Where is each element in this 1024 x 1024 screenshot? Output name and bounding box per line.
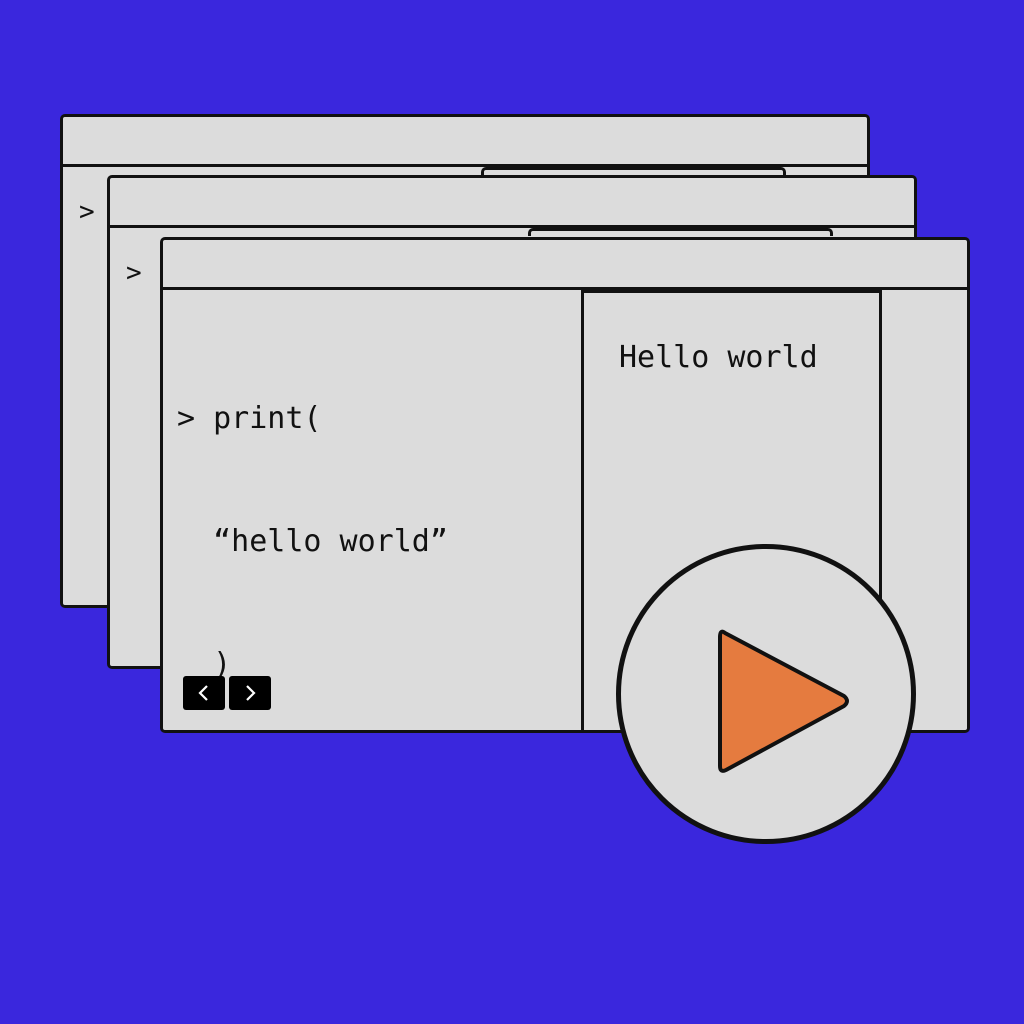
output-text: Hello world — [619, 340, 818, 375]
back-window-2-titlebar — [110, 178, 914, 228]
code-line: “hello world” — [177, 524, 448, 559]
play-icon — [718, 629, 849, 773]
previous-button[interactable] — [183, 676, 225, 710]
navigation-buttons — [183, 676, 271, 710]
main-window-titlebar — [163, 240, 967, 290]
back-window-1-pane-tab — [481, 167, 786, 175]
play-button[interactable] — [616, 544, 916, 844]
back-window-1-prompt: > — [79, 197, 95, 227]
chevron-left-icon — [198, 685, 208, 701]
pane-divider — [581, 290, 584, 730]
back-window-2-prompt: > — [126, 258, 142, 288]
code-line: > print( — [177, 401, 322, 436]
chevron-right-icon — [246, 685, 256, 701]
back-window-1-titlebar — [63, 117, 867, 167]
back-window-2-pane-tab — [528, 228, 833, 236]
output-pane-top — [581, 290, 882, 293]
next-button[interactable] — [229, 676, 271, 710]
